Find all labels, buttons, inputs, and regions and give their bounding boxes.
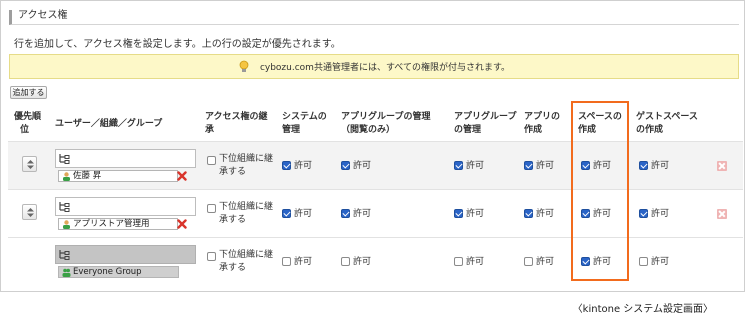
space-create-checkbox[interactable] — [581, 161, 590, 170]
header-appgroup-mgmt-line2: の管理 — [454, 125, 482, 135]
priority-stepper[interactable] — [22, 204, 37, 220]
allow-label: 許可 — [353, 161, 372, 171]
entity-chip: Everyone Group — [58, 266, 179, 278]
entity-chip: アプリストア管理用 — [58, 218, 187, 230]
table-row: Everyone Group 下位組織に継 承する 許可 許可 許可 許可 許可 許可 — [8, 237, 743, 285]
allow-label: 許可 — [294, 161, 313, 171]
app-create-checkbox[interactable] — [524, 161, 533, 170]
updown-icon — [27, 160, 34, 169]
inherit-label: 下位組織に継 承する — [219, 153, 273, 179]
header-priority-line2: 位 — [20, 125, 30, 135]
allow-label: 許可 — [651, 209, 670, 219]
allow-label: 許可 — [294, 209, 313, 219]
table-row: 佐藤 昇 下位組織に継 承する 許可 許可 許可 許可 許可 許可 — [8, 141, 743, 189]
section-title: アクセス権 — [9, 10, 739, 25]
allow-label: 許可 — [651, 257, 670, 267]
access-table: 優先順 位 ユーザー／組織／グループ アクセス権の継 承 システムの 管理 アプ… — [8, 105, 743, 285]
add-row-button[interactable]: 追加する — [10, 86, 47, 99]
group-icon — [62, 268, 71, 277]
inherit-checkbox[interactable] — [207, 252, 216, 261]
header-space-create-line2: 作成 — [578, 125, 597, 135]
inherit-checkbox[interactable] — [207, 156, 216, 165]
inherit-label-line2: 承する — [219, 263, 247, 273]
figure-caption: 〈kintone システム設定画面〉 — [572, 304, 713, 315]
allow-label: 許可 — [294, 257, 313, 267]
entity-name: Everyone Group — [73, 267, 142, 277]
inherit-label-line1: 下位組織に継 — [219, 154, 274, 164]
appgroup-mgmt-checkbox[interactable] — [454, 209, 463, 218]
allow-label: 許可 — [466, 209, 485, 219]
allow-label: 許可 — [353, 209, 372, 219]
inherit-label-line1: 下位組織に継 — [219, 202, 274, 212]
updown-icon — [27, 208, 34, 217]
header-priority-line1: 優先順 — [14, 112, 42, 122]
allow-label: 許可 — [536, 257, 555, 267]
user-icon — [63, 220, 70, 229]
appgroup-admin-checkbox[interactable] — [341, 209, 350, 218]
header-app-create-line1: アプリの — [524, 112, 561, 122]
appgroup-admin-checkbox[interactable] — [341, 161, 350, 170]
app-create-checkbox[interactable] — [524, 257, 533, 266]
allow-label: 許可 — [536, 161, 555, 171]
allow-label: 許可 — [466, 161, 485, 171]
priority-stepper[interactable] — [22, 156, 37, 172]
description-text: 行を追加して、アクセス権を設定します。上の行の設定が優先されます。 — [14, 39, 341, 50]
header-inherit-line2: 承 — [205, 125, 215, 135]
notice-text: cybozu.com共通管理者には、すべての権限が付与されます。 — [259, 63, 511, 73]
entity-name: アプリストア管理用 — [73, 219, 150, 229]
header-system-admin-line2: 管理 — [282, 125, 301, 135]
entity-name: 佐藤 昇 — [73, 171, 102, 181]
space-create-checkbox[interactable] — [581, 257, 590, 266]
guest-space-create-checkbox[interactable] — [639, 209, 648, 218]
allow-label: 許可 — [651, 161, 670, 171]
allow-label: 許可 — [593, 209, 612, 219]
appgroup-mgmt-checkbox[interactable] — [454, 161, 463, 170]
appgroup-mgmt-checkbox[interactable] — [454, 257, 463, 266]
admin-notice: cybozu.com共通管理者には、すべての権限が付与されます。 — [9, 54, 739, 79]
system-admin-checkbox[interactable] — [282, 257, 291, 266]
allow-label: 許可 — [593, 257, 612, 267]
app-create-checkbox[interactable] — [524, 209, 533, 218]
allow-label: 許可 — [466, 257, 485, 267]
header-app-create-line2: 作成 — [524, 125, 543, 135]
guest-space-create-checkbox[interactable] — [639, 257, 648, 266]
inherit-label-line1: 下位組織に継 — [219, 250, 274, 260]
space-create-checkbox[interactable] — [581, 209, 590, 218]
appgroup-admin-checkbox[interactable] — [341, 257, 350, 266]
system-admin-checkbox[interactable] — [282, 161, 291, 170]
org-tree-icon[interactable] — [59, 249, 71, 260]
allow-label: 許可 — [536, 209, 555, 219]
delete-row-button[interactable] — [717, 161, 727, 171]
header-inherit-line1: アクセス権の継 — [205, 112, 268, 122]
user-search-field[interactable] — [55, 245, 196, 264]
header-system-admin-line1: システムの — [282, 112, 327, 122]
entity-chip: 佐藤 昇 — [58, 170, 187, 182]
lightbulb-icon — [238, 60, 250, 74]
remove-entity-icon[interactable] — [177, 171, 187, 181]
header-appgroup-mgmt-line1: アプリグループ — [454, 112, 517, 122]
header-appgroup-admin-line1: アプリグループの管理 — [341, 112, 431, 122]
header-guest-space-create-line2: の作成 — [636, 125, 664, 135]
inherit-label-line2: 承する — [219, 215, 247, 225]
user-search-field[interactable] — [55, 197, 196, 216]
header-guest-space-create-line1: ゲストスペース — [636, 112, 698, 122]
org-tree-icon[interactable] — [59, 153, 71, 164]
system-admin-checkbox[interactable] — [282, 209, 291, 218]
user-search-field[interactable] — [55, 149, 196, 168]
guest-space-create-checkbox[interactable] — [639, 161, 648, 170]
table-row: アプリストア管理用 下位組織に継 承する 許可 許可 許可 許可 許可 許可 — [8, 189, 743, 237]
header-appgroup-admin-line2: （閲覧のみ） — [341, 125, 396, 135]
inherit-label-line2: 承する — [219, 167, 247, 177]
delete-row-button[interactable] — [717, 209, 727, 219]
allow-label: 許可 — [593, 161, 612, 171]
remove-entity-icon[interactable] — [177, 219, 187, 229]
allow-label: 許可 — [353, 257, 372, 267]
header-space-create-line1: スペースの — [578, 112, 622, 122]
inherit-label: 下位組織に継 承する — [219, 201, 273, 227]
access-rights-panel: アクセス権 行を追加して、アクセス権を設定します。上の行の設定が優先されます。 … — [0, 0, 745, 292]
inherit-label: 下位組織に継 承する — [219, 249, 273, 275]
inherit-checkbox[interactable] — [207, 204, 216, 213]
user-icon — [63, 172, 70, 181]
org-tree-icon[interactable] — [59, 201, 71, 212]
